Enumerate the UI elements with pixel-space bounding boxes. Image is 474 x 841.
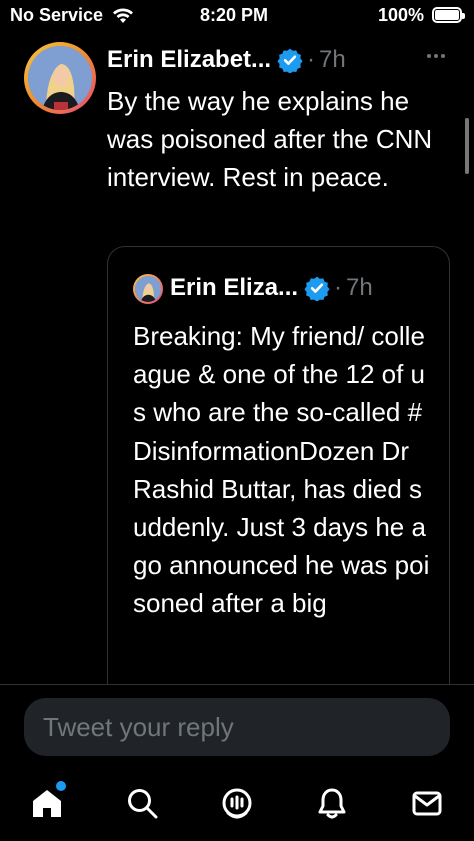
battery-icon — [432, 7, 465, 23]
separator-dot: · — [334, 274, 343, 301]
quoted-tweet[interactable]: Erin Eliza... · 7h Breaking: My friend/ … — [107, 246, 450, 706]
more-horizontal-icon[interactable] — [424, 44, 448, 68]
avatar[interactable] — [28, 46, 92, 110]
quoted-avatar — [133, 274, 163, 304]
reply-input[interactable]: Tweet your reply — [24, 698, 450, 756]
quoted-tweet-header: Erin Eliza... · 7h — [170, 271, 373, 305]
quoted-tweet-time: 7h — [346, 274, 373, 301]
messages-icon[interactable] — [410, 786, 444, 820]
quoted-avatar-image — [135, 276, 161, 302]
home-notification-dot — [56, 781, 66, 791]
spaces-icon[interactable] — [220, 786, 254, 820]
separator-dot: · — [307, 46, 316, 73]
tweet-time[interactable]: 7h — [319, 46, 346, 74]
tweet-header: Erin Elizabet... · 7h — [107, 44, 346, 76]
home-icon[interactable] — [30, 786, 64, 820]
search-icon[interactable] — [125, 786, 159, 820]
status-bar: No Service 8:20 PM 100% — [0, 0, 474, 34]
author-name[interactable]: Erin Elizabet... — [107, 46, 271, 74]
verified-badge-icon — [304, 276, 330, 301]
scrollbar[interactable] — [465, 118, 469, 174]
clock: 8:20 PM — [200, 5, 269, 25]
quoted-author-name: Erin Eliza... — [170, 274, 299, 301]
verified-badge-icon — [277, 48, 303, 73]
notifications-icon[interactable] — [315, 786, 349, 820]
quoted-tweet-text: Breaking: My friend/ colleague & one of … — [133, 321, 430, 619]
wifi-icon — [113, 8, 133, 23]
battery-percent: 100% — [378, 5, 425, 25]
tweet-text: By the way he explains he was poisoned a… — [107, 86, 433, 192]
carrier-label: No Service — [10, 5, 104, 25]
avatar-image — [28, 46, 92, 110]
